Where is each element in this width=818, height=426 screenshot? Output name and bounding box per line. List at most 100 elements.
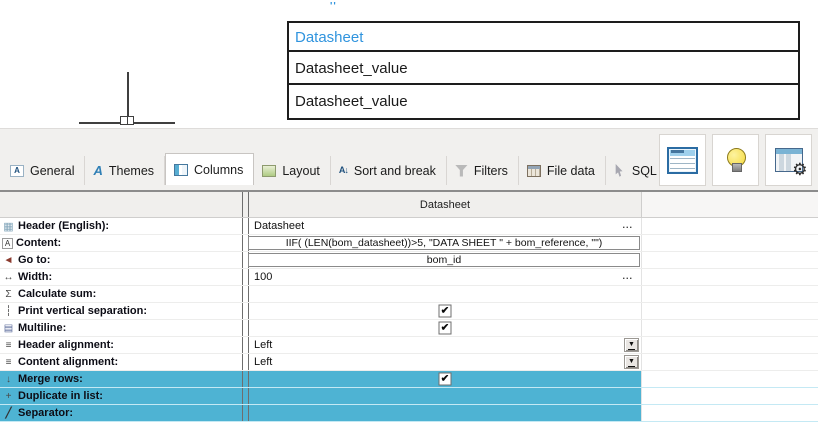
preview-table-row[interactable]: Datasheet_value — [289, 85, 798, 118]
big-table-icon — [667, 147, 698, 174]
preview-table-row[interactable]: Datasheet_value — [289, 52, 798, 85]
checkbox[interactable]: ✔ — [439, 373, 452, 386]
grid-row-width[interactable]: ↔Width: 100... — [0, 269, 818, 286]
vertical-separation-icon: ┆ — [2, 306, 15, 317]
grid-row-content[interactable]: AContent: IIF( (LEN(bom_datasheet))>5, "D… — [0, 235, 818, 252]
preview-table-header-cell[interactable]: Datasheet — [289, 23, 798, 52]
table-view-button[interactable] — [659, 134, 706, 186]
row-value-cell[interactable]: ✔ — [249, 371, 642, 387]
grid-column-header[interactable]: Datasheet — [249, 192, 642, 217]
file-data-icon — [527, 165, 541, 177]
column-property-grid: Datasheet ▦Header (English): Datasheet...… — [0, 190, 818, 422]
row-label-cell[interactable]: ┆Print vertical separation: — [0, 303, 243, 319]
grid-row-content-alignment[interactable]: ≡Content alignment: Left ▼ — [0, 354, 818, 371]
row-label-cell[interactable]: ΣCalculate sum: — [0, 286, 243, 302]
row-label-cell[interactable]: ≡Header alignment: — [0, 337, 243, 353]
grid-row-header-english[interactable]: ▦Header (English): Datasheet... — [0, 218, 818, 235]
tab-label: Layout — [282, 164, 320, 178]
row-filler — [642, 337, 818, 353]
row-label: Header alignment: — [18, 339, 114, 351]
multiline-icon: ▤ — [2, 323, 15, 334]
goto-icon: ◄ — [2, 255, 15, 266]
tab-general[interactable]: AGeneral — [2, 156, 85, 185]
toolbar-buttons: ⚙ — [659, 134, 812, 186]
report-preview-area: '' Datasheet Datasheet_value Datasheet_v… — [0, 0, 818, 128]
sum-icon: Σ — [2, 289, 15, 300]
row-value-cell[interactable]: ✔ — [249, 320, 642, 336]
layout-icon — [262, 165, 276, 177]
row-filler — [642, 269, 818, 285]
dropdown-button[interactable]: ▼ — [624, 338, 639, 352]
value-text[interactable]: Datasheet — [254, 220, 304, 232]
checkbox[interactable]: ✔ — [439, 322, 452, 335]
row-filler — [642, 388, 818, 404]
hint-button[interactable] — [712, 134, 759, 186]
row-label-cell[interactable]: ╱Separator: — [0, 405, 243, 421]
tab-strip: AGeneralAThemes Columns Layout A↓Sort and b… — [2, 153, 705, 185]
separator-icon: ╱ — [2, 408, 15, 419]
row-value-cell[interactable]: Left ▼ — [249, 337, 642, 353]
value-text[interactable]: Left — [254, 339, 272, 351]
grid-row-duplicate-in-list[interactable]: +Duplicate in list: — [0, 388, 818, 405]
tab-label: Columns — [194, 163, 243, 177]
chevron-down-icon: ▼ — [628, 358, 635, 367]
row-value-cell[interactable]: 100... — [249, 269, 642, 285]
row-value-cell[interactable]: bom_id — [249, 252, 642, 268]
sql-query-icon — [614, 164, 626, 177]
grid-row-go-to[interactable]: ◄Go to: bom_id — [0, 252, 818, 269]
row-label: Content: — [16, 237, 61, 249]
row-label-cell[interactable]: ◄Go to: — [0, 252, 243, 268]
row-value-cell[interactable] — [249, 388, 642, 404]
row-label-cell[interactable]: ≡Content alignment: — [0, 354, 243, 370]
grid-row-calculate-sum[interactable]: ΣCalculate sum: — [0, 286, 818, 303]
tab-themes[interactable]: AThemes — [85, 156, 165, 185]
checkbox[interactable]: ✔ — [439, 305, 452, 318]
gear-icon: ⚙ — [792, 161, 807, 178]
grid-row-header-alignment[interactable]: ≡Header alignment: Left ▼ — [0, 337, 818, 354]
tab-label: Filters — [474, 164, 508, 178]
row-label-cell[interactable]: ↓Merge rows: — [0, 371, 243, 387]
selection-marker: '' — [330, 1, 337, 12]
row-value-cell[interactable]: Datasheet... — [249, 218, 642, 234]
row-filler — [642, 354, 818, 370]
row-value-cell[interactable]: IIF( (LEN(bom_datasheet))>5, "DATA SHEET… — [249, 235, 642, 251]
tab-sort-and-break[interactable]: A↓Sort and break — [331, 156, 447, 185]
value-text[interactable]: 100 — [254, 271, 272, 283]
width-icon: ↔ — [2, 272, 15, 283]
row-value-cell[interactable]: Left ▼ — [249, 354, 642, 370]
row-label: Separator: — [18, 407, 73, 419]
row-value-cell[interactable]: ✔ — [249, 303, 642, 319]
row-label-cell[interactable]: +Duplicate in list: — [0, 388, 243, 404]
tab-filters[interactable]: Filters — [447, 156, 519, 185]
row-value-cell[interactable] — [249, 405, 642, 421]
row-label-cell[interactable]: ▤Multiline: — [0, 320, 243, 336]
content-alignment-icon: ≡ — [2, 357, 15, 368]
schematic-pin-junction — [120, 116, 134, 125]
tab-file-data[interactable]: File data — [519, 156, 606, 185]
value-input-box[interactable]: bom_id — [248, 253, 640, 267]
row-label: Print vertical separation: — [18, 305, 147, 317]
row-filler — [642, 218, 818, 234]
dropdown-button[interactable]: ▼ — [624, 355, 639, 369]
tab-layout[interactable]: Layout — [254, 156, 331, 185]
row-label-cell[interactable]: ↔Width: — [0, 269, 243, 285]
grid-row-print-vertical-separation[interactable]: ┆Print vertical separation: ✔ — [0, 303, 818, 320]
preview-table[interactable]: Datasheet Datasheet_value Datasheet_valu… — [287, 21, 800, 120]
grid-row-separator[interactable]: ╱Separator: — [0, 405, 818, 422]
row-label-cell[interactable]: ▦Header (English): — [0, 218, 243, 234]
header-alignment-icon: ≡ — [2, 340, 15, 351]
row-value-cell[interactable] — [249, 286, 642, 302]
row-label-cell[interactable]: AContent: — [0, 235, 243, 251]
ellipsis-button[interactable]: ... — [622, 271, 633, 281]
table-settings-button[interactable]: ⚙ — [765, 134, 812, 186]
value-input-box[interactable]: IIF( (LEN(bom_datasheet))>5, "DATA SHEET… — [248, 236, 640, 250]
ellipsis-button[interactable]: ... — [622, 220, 633, 230]
filters-icon — [455, 165, 468, 177]
row-label: Go to: — [18, 254, 50, 266]
grid-row-merge-rows[interactable]: ↓Merge rows: ✔ — [0, 371, 818, 388]
grid-row-multiline[interactable]: ▤Multiline: ✔ — [0, 320, 818, 337]
tab-columns[interactable]: Columns — [165, 153, 254, 185]
toolbar: AGeneralAThemes Columns Layout A↓Sort and b… — [0, 128, 818, 190]
value-text[interactable]: Left — [254, 356, 272, 368]
row-label: Merge rows: — [18, 373, 83, 385]
